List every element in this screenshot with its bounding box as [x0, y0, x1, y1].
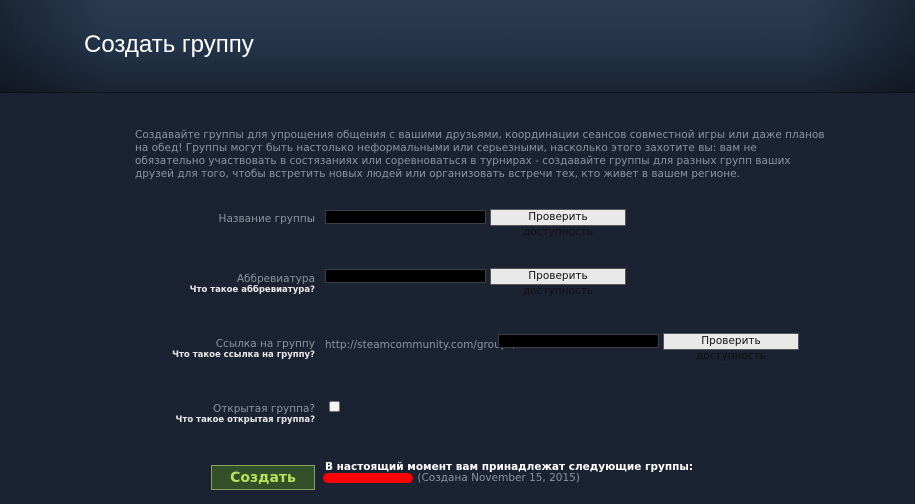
abbreviation-help-link[interactable]: Что такое аббревиатура? [190, 285, 315, 296]
public-group-label-block: Открытая группа? Что такое открытая груп… [176, 403, 315, 426]
group-url-input[interactable] [498, 334, 659, 348]
page-title: Создать группу [84, 31, 254, 58]
check-name-button[interactable]: Проверить доступность [490, 209, 626, 238]
public-group-label: Открытая группа? [212, 403, 315, 415]
intro-text: Создавайте группы для упрощения общения … [135, 129, 825, 180]
abbreviation-label: Аббревиатура [236, 273, 315, 285]
check-url-button[interactable]: Проверить доступность [663, 333, 799, 362]
public-group-checkbox[interactable] [329, 401, 340, 412]
create-group-button[interactable]: Создать [211, 465, 315, 490]
abbreviation-label-block: Аббревиатура Что такое аббревиатура? [190, 273, 315, 296]
redacted-group-name [323, 473, 413, 483]
group-url-prefix: http://steamcommunity.com/groups/ [325, 339, 517, 351]
owned-group-created: (Создана November 15, 2015) [417, 472, 580, 484]
public-group-help-link[interactable]: Что такое открытая группа? [176, 415, 315, 426]
owned-group-item: (Создана November 15, 2015) [323, 472, 580, 486]
group-url-help-link[interactable]: Что такое ссылка на группу? [172, 350, 315, 361]
group-name-label: Название группы [218, 213, 315, 225]
group-name-label-block: Название группы [219, 213, 315, 225]
group-name-input[interactable] [325, 210, 486, 224]
abbreviation-input[interactable] [325, 269, 486, 283]
group-url-label: Ссылка на группу [215, 338, 315, 350]
group-url-label-block: Ссылка на группу Что такое ссылка на гру… [172, 338, 315, 361]
check-abbreviation-button[interactable]: Проверить доступность [490, 268, 626, 297]
